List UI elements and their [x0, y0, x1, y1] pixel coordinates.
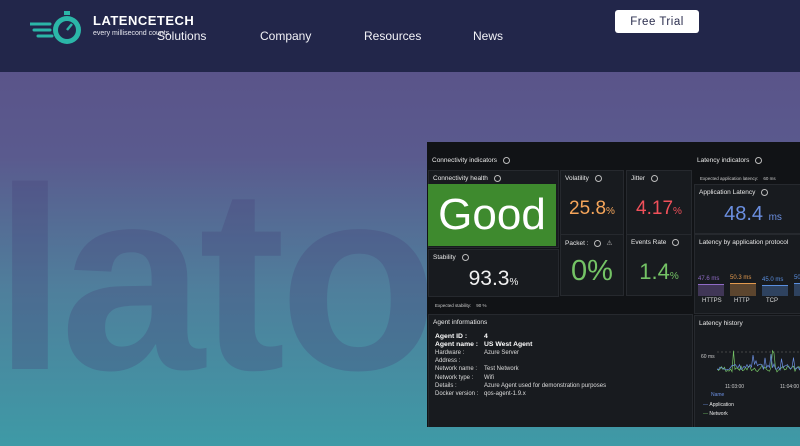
- connectivity-health-value: Good: [428, 184, 556, 246]
- agent-info-value: 4: [484, 333, 488, 340]
- events-rate-value: 1.4%: [639, 259, 679, 284]
- latency-history-title: Latency history: [699, 320, 743, 327]
- protocol-bar-label: 47.6 ms: [698, 275, 720, 282]
- nav-link-company[interactable]: Company: [260, 29, 311, 43]
- info-icon: [672, 239, 680, 246]
- protocol-name: HTTPS: [702, 298, 722, 304]
- protocol-bar: [730, 282, 756, 296]
- packet-value: 0%: [571, 255, 613, 287]
- brand-name: LATENCETECH: [93, 13, 195, 28]
- latency-history-panel: Latency history 60 ms 11:03:00 11:04:00 …: [694, 315, 800, 427]
- legend-header: Name: [711, 392, 725, 398]
- agent-info-value: Azure Server: [484, 349, 520, 356]
- agent-informations-title: Agent informations: [433, 319, 488, 326]
- stability-panel: Stability 93.3%: [428, 249, 559, 297]
- application-latency-panel: Application Latency 48.4 ms: [694, 184, 800, 234]
- protocol-bar-label: 50: [794, 275, 800, 281]
- latency-history-chart: [717, 349, 800, 373]
- agent-info-label: Network name :: [435, 366, 478, 373]
- agent-info-value: US West Agent: [484, 341, 533, 349]
- stability-value: 93.3%: [468, 267, 519, 290]
- agent-info-label: Network type :: [435, 374, 474, 381]
- agent-info-label: Docker version :: [435, 391, 479, 398]
- panel-title: Connectivity health: [433, 175, 501, 182]
- agent-info-label: Details :: [435, 382, 457, 389]
- background-watermark: lato: [0, 135, 438, 425]
- latency-history-x-label: 11:04:00: [780, 384, 800, 390]
- protocol-bar-label: 45.0 ms: [762, 277, 784, 283]
- agent-info-label: Agent name :: [435, 341, 479, 349]
- info-icon: [761, 189, 769, 196]
- protocol-bar: [698, 283, 724, 296]
- protocol-name: TCP: [766, 298, 778, 304]
- protocol-bar: [762, 285, 788, 296]
- agent-info-label: Address :: [435, 357, 461, 364]
- latency-history-x-label: 11:03:00: [725, 384, 745, 390]
- agent-info-label: Hardware :: [435, 349, 465, 356]
- agent-info-value: Azure Agent used for demonstration purpo…: [484, 382, 607, 389]
- packet-panel: Packet : ⚠ 0%: [560, 234, 624, 296]
- info-icon: [755, 157, 763, 164]
- info-icon: [461, 254, 469, 261]
- info-icon: [594, 175, 602, 182]
- info-icon: [651, 175, 659, 182]
- application-series-line: [717, 354, 800, 372]
- latency-by-protocol-title: Latency by application protocol: [699, 239, 789, 246]
- top-navigation: LATENCETECH every millisecond counts Sol…: [0, 0, 800, 72]
- protocol-name: HTTP: [734, 298, 750, 304]
- agent-info-value: qos-agent-1.9.x: [484, 391, 526, 398]
- info-icon: [493, 175, 501, 182]
- legend-item-network: — Network: [703, 411, 728, 417]
- jitter-value: 4.17%: [636, 198, 682, 219]
- application-latency-value: 48.4 ms: [724, 203, 782, 225]
- protocol-bar-label: 50.3 ms: [730, 274, 752, 281]
- agent-info-value: Test Network: [484, 366, 519, 373]
- warning-icon: ⚠: [606, 240, 613, 247]
- agent-info-label: Agent ID :: [435, 333, 468, 340]
- agent-info-value: Wifi: [484, 374, 494, 381]
- connectivity-indicators-heading: Connectivity indicators: [432, 157, 511, 164]
- nav-link-resources[interactable]: Resources: [364, 29, 421, 43]
- latency-indicators-heading: Latency indicators: [697, 157, 763, 164]
- nav-link-news[interactable]: News: [473, 29, 503, 43]
- free-trial-button[interactable]: Free Trial: [615, 10, 699, 33]
- nav-link-solutions[interactable]: Solutions: [157, 29, 206, 43]
- info-icon: [594, 239, 602, 247]
- legend-item-application: — Application: [703, 402, 734, 408]
- stopwatch-logo-icon: [30, 11, 81, 44]
- events-rate-panel: Events Rate 1.4%: [626, 234, 692, 296]
- info-icon: [503, 157, 511, 164]
- protocol-bar: [794, 283, 800, 296]
- expected-stability: Expected stability: 90 %: [435, 303, 487, 308]
- expected-application-latency: Expected application latency: 60 ms: [700, 176, 776, 181]
- volatility-value: 25.8%: [569, 198, 615, 219]
- latency-history-y-label: 60 ms: [701, 354, 715, 360]
- dashboard-screenshot: Connectivity indicators Connectivity hea…: [427, 142, 800, 427]
